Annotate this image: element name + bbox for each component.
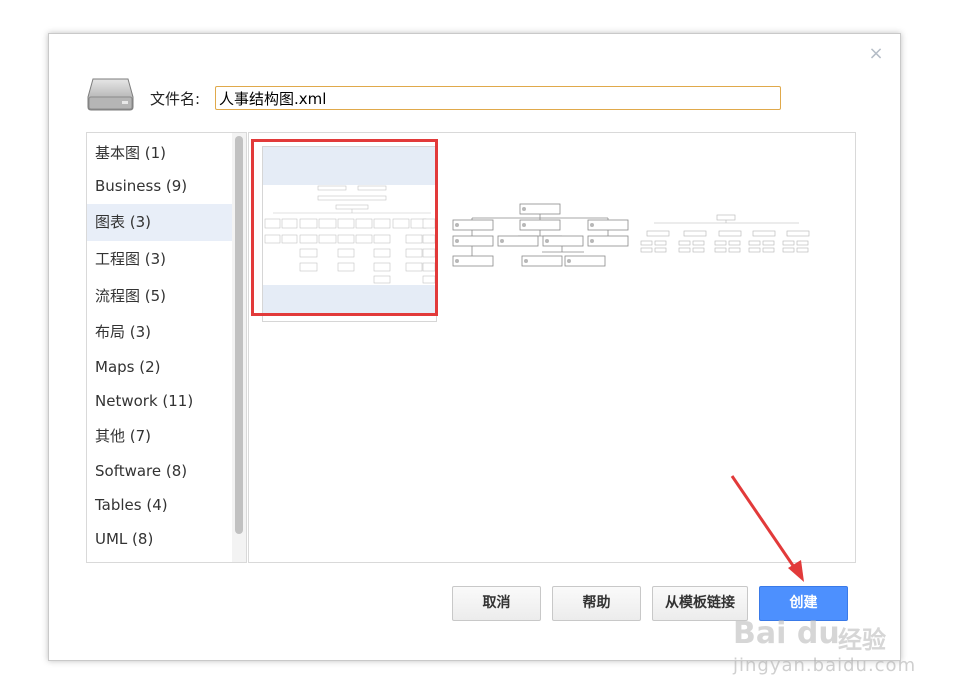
org-chart-detailed-icon (264, 185, 436, 284)
org-chart-wide-icon[interactable] (639, 211, 819, 257)
category-item[interactable]: Business (9) (87, 168, 232, 205)
category-item[interactable]: 其他 (7) (87, 418, 232, 455)
watermark-url: jingyan.baidu.com (733, 655, 917, 676)
cancel-button[interactable]: 取消 (452, 586, 541, 621)
category-item[interactable]: Tables (4) (87, 487, 232, 524)
category-item[interactable]: UML (8) (87, 521, 232, 558)
category-item[interactable]: Maps (2) (87, 349, 232, 386)
org-chart-boxes-icon[interactable] (450, 196, 632, 270)
template-thumbnail-1[interactable] (262, 146, 437, 322)
category-item[interactable]: Software (8) (87, 453, 232, 490)
category-item[interactable]: 流程图 (5) (87, 278, 232, 315)
help-button[interactable]: 帮助 (552, 586, 641, 621)
category-scrollbar-thumb[interactable] (235, 136, 243, 534)
category-item[interactable]: 工程图 (3) (87, 241, 232, 278)
category-item[interactable]: Network (11) (87, 383, 232, 420)
category-item[interactable]: 基本图 (1) (87, 135, 232, 172)
category-item[interactable]: 布局 (3) (87, 314, 232, 351)
close-icon[interactable]: × (868, 45, 884, 63)
filename-input[interactable] (215, 86, 781, 110)
watermark-text: 经验 (838, 626, 886, 654)
drive-icon (87, 78, 134, 111)
filename-label: 文件名: (150, 90, 201, 108)
watermark-logo: Bai du (733, 616, 840, 651)
category-item[interactable]: 图表 (3) (87, 204, 232, 241)
